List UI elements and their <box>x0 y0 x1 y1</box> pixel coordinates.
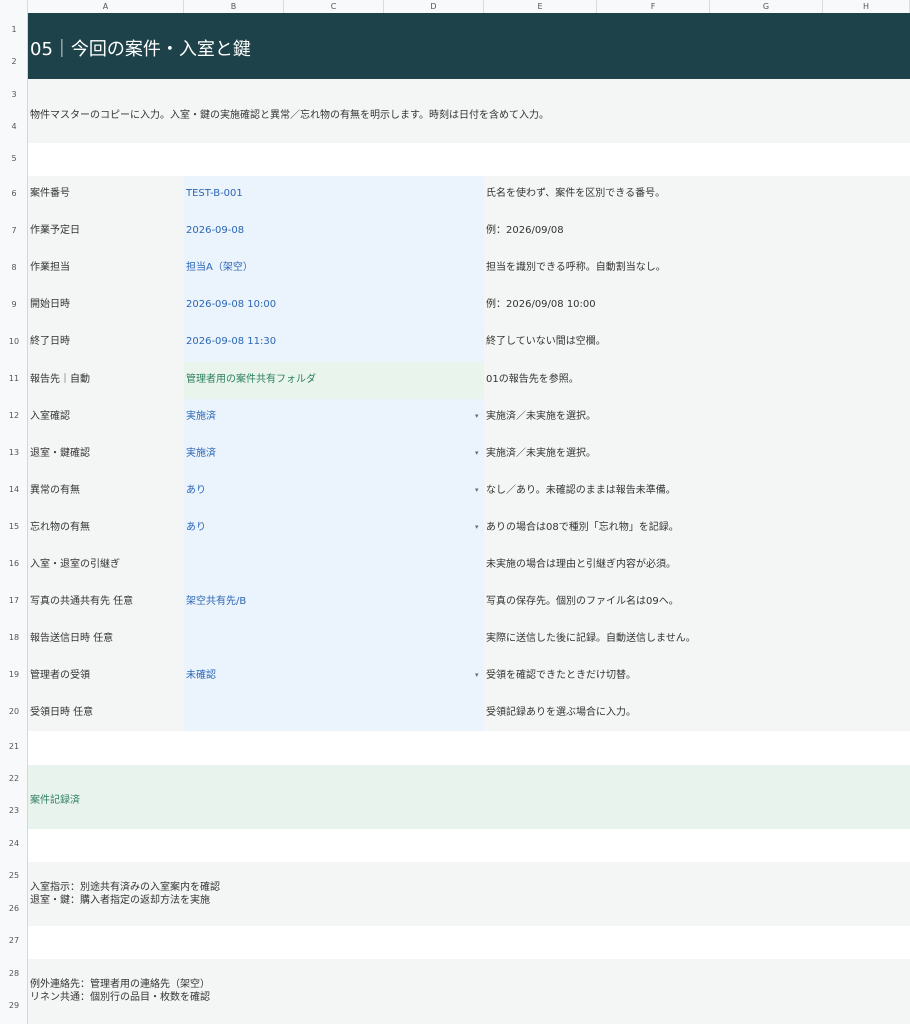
field-note[interactable]: 実際に送信した後に記録。自動送信しません。 <box>486 633 696 645</box>
field-label[interactable]: 作業予定日 <box>30 225 80 237</box>
field-note[interactable]: 実施済／未実施を選択。 <box>486 448 596 460</box>
field-value[interactable]: 実施済 <box>186 448 216 460</box>
field-value[interactable]: 2026-09-08 10:00 <box>186 299 276 311</box>
row-header-2[interactable]: 2 <box>0 57 28 66</box>
row-header-28[interactable]: 28 <box>0 969 28 978</box>
field-value[interactable]: あり <box>186 522 206 534</box>
instructions-cell[interactable]: 入室指示：別途共有済みの入室案内を確認 退室・鍵：購入者指定の返却方法を実施 <box>30 881 220 907</box>
dropdown-arrow-icon[interactable]: ▾ <box>475 412 479 420</box>
row-header-19[interactable]: 19 <box>0 670 28 679</box>
status-band <box>28 765 910 829</box>
field-note[interactable]: 受領を確認できたときだけ切替。 <box>486 670 636 682</box>
column-header-c[interactable]: C <box>284 0 384 13</box>
field-note[interactable]: 終了していない間は空欄。 <box>486 336 606 348</box>
row-header-16[interactable]: 16 <box>0 559 28 568</box>
instruction-line: 入室指示：別途共有済みの入室案内を確認 <box>30 882 220 893</box>
column-header-e[interactable]: E <box>484 0 597 13</box>
row-header-9[interactable]: 9 <box>0 300 28 309</box>
row-header-20[interactable]: 20 <box>0 707 28 716</box>
field-note[interactable]: 受領記録ありを選ぶ場合に入力。 <box>486 707 636 719</box>
column-header-b[interactable]: B <box>184 0 284 13</box>
field-label[interactable]: 開始日時 <box>30 299 70 311</box>
exception-line: 例外連絡先：管理者用の連絡先（架空） <box>30 979 210 990</box>
row-header-25[interactable]: 25 <box>0 871 28 880</box>
field-note[interactable]: 写真の保存先。個別のファイル名は09へ。 <box>486 596 679 608</box>
row-header-23[interactable]: 23 <box>0 806 28 815</box>
field-note[interactable]: 実施済／未実施を選択。 <box>486 411 596 423</box>
field-note[interactable]: 例：2026/09/08 <box>486 225 564 237</box>
field-label[interactable]: 作業担当 <box>30 262 70 274</box>
field-label[interactable]: 入室確認 <box>30 411 70 423</box>
field-value-auto[interactable]: 管理者用の案件共有フォルダ <box>186 374 316 386</box>
select-all-corner[interactable] <box>0 0 28 13</box>
row-header-26[interactable]: 26 <box>0 904 28 913</box>
column-header-h[interactable]: H <box>823 0 910 13</box>
row-header-18[interactable]: 18 <box>0 633 28 642</box>
field-label[interactable]: 受領日時 任意 <box>30 707 93 719</box>
column-header-f[interactable]: F <box>597 0 710 13</box>
field-note[interactable]: 例：2026/09/08 10:00 <box>486 299 596 311</box>
dropdown-arrow-icon[interactable]: ▾ <box>475 449 479 457</box>
row-header-27[interactable]: 27 <box>0 936 28 945</box>
instruction-line: 退室・鍵：購入者指定の返却方法を実施 <box>30 895 210 906</box>
field-note[interactable]: 担当を識別できる呼称。自動割当なし。 <box>486 262 666 274</box>
field-label[interactable]: 写真の共通共有先 任意 <box>30 596 133 608</box>
input-column <box>184 176 484 731</box>
field-label[interactable]: 管理者の受領 <box>30 670 90 682</box>
row-header-13[interactable]: 13 <box>0 448 28 457</box>
dropdown-arrow-icon[interactable]: ▾ <box>475 671 479 679</box>
row-header-3[interactable]: 3 <box>0 90 28 99</box>
field-label[interactable]: 入室・退室の引継ぎ <box>30 559 120 571</box>
row-header-12[interactable]: 12 <box>0 411 28 420</box>
field-label[interactable]: 退室・鍵確認 <box>30 448 90 460</box>
row-header-17[interactable]: 17 <box>0 596 28 605</box>
field-value[interactable]: あり <box>186 485 206 497</box>
sheet-description[interactable]: 物件マスターのコピーに入力。入室・鍵の実施確認と異常／忘れ物の有無を明示します。… <box>30 106 549 121</box>
field-label[interactable]: 報告先｜自動 <box>30 374 90 386</box>
field-note[interactable]: ありの場合は08で種別「忘れ物」を記録。 <box>486 522 679 534</box>
row-header-11[interactable]: 11 <box>0 374 28 383</box>
row-header-1[interactable]: 1 <box>0 25 28 34</box>
row-header-8[interactable]: 8 <box>0 263 28 272</box>
field-value[interactable]: 未確認 <box>186 670 216 682</box>
exceptions-cell[interactable]: 例外連絡先：管理者用の連絡先（架空） リネン共通：個別行の品目・枚数を確認 <box>30 978 210 1004</box>
row-header-4[interactable]: 4 <box>0 122 28 131</box>
row-header-10[interactable]: 10 <box>0 337 28 346</box>
field-label[interactable]: 報告送信日時 任意 <box>30 633 113 645</box>
row-header-15[interactable]: 15 <box>0 522 28 531</box>
column-header-d[interactable]: D <box>384 0 484 13</box>
row-header-22[interactable]: 22 <box>0 774 28 783</box>
field-value[interactable]: 実施済 <box>186 411 216 423</box>
field-value[interactable]: 担当A（架空） <box>186 262 253 274</box>
row-header-5[interactable]: 5 <box>0 154 28 163</box>
row-header-6[interactable]: 6 <box>0 189 28 198</box>
dropdown-arrow-icon[interactable]: ▾ <box>475 523 479 531</box>
field-value[interactable]: 架空共有先/B <box>186 596 246 608</box>
column-header-a[interactable]: A <box>28 0 184 13</box>
exception-line: リネン共通：個別行の品目・枚数を確認 <box>30 992 210 1003</box>
field-note[interactable]: 未実施の場合は理由と引継ぎ内容が必須。 <box>486 559 676 571</box>
field-value[interactable]: 2026-09-08 <box>186 225 244 237</box>
field-label[interactable]: 異常の有無 <box>30 485 80 497</box>
sheet-title[interactable]: 05｜今回の案件・入室と鍵 <box>30 35 251 61</box>
row-header-14[interactable]: 14 <box>0 485 28 494</box>
column-header-bar: A B C D E F G H <box>0 0 910 14</box>
field-note[interactable]: なし／あり。未確認のままは報告未準備。 <box>486 485 676 497</box>
field-label[interactable]: 忘れ物の有無 <box>30 522 90 534</box>
field-value[interactable]: TEST-B-001 <box>186 188 243 200</box>
status-text[interactable]: 案件記録済 <box>30 791 80 806</box>
field-label[interactable]: 終了日時 <box>30 336 70 348</box>
row-header-24[interactable]: 24 <box>0 839 28 848</box>
field-label[interactable]: 案件番号 <box>30 188 70 200</box>
field-note[interactable]: 氏名を使わず、案件を区別できる番号。 <box>486 188 665 200</box>
row-header-7[interactable]: 7 <box>0 226 28 235</box>
column-header-g[interactable]: G <box>710 0 823 13</box>
field-note[interactable]: 01の報告先を参照。 <box>486 374 579 386</box>
row-header-bar: 1 2 3 4 5 6 7 8 9 10 11 12 13 14 15 16 1… <box>0 13 28 1024</box>
row-header-29[interactable]: 29 <box>0 1001 28 1010</box>
field-value[interactable]: 2026-09-08 11:30 <box>186 336 276 348</box>
row-header-21[interactable]: 21 <box>0 742 28 751</box>
dropdown-arrow-icon[interactable]: ▾ <box>475 486 479 494</box>
